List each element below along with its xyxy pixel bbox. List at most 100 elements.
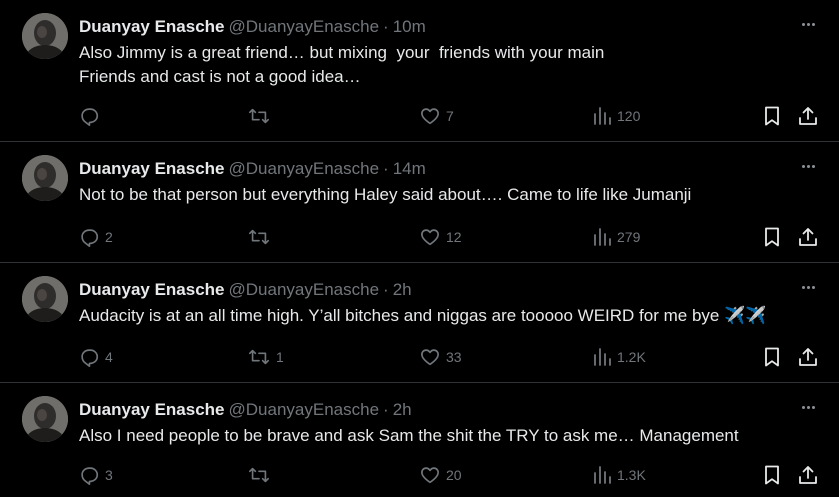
retweet-button[interactable]	[247, 104, 276, 128]
views-button[interactable]: 1.2K	[592, 345, 646, 369]
timestamp[interactable]: 2h	[393, 280, 412, 299]
views-button[interactable]: 279	[592, 225, 640, 249]
like-button[interactable]: 12	[419, 225, 462, 249]
tweet-header: Duanyay Enasche @DuanyayEnasche · 2h	[79, 279, 412, 301]
retweet-icon	[247, 226, 271, 248]
share-icon	[797, 346, 819, 368]
like-button[interactable]: 20	[419, 463, 462, 487]
share-button[interactable]	[797, 345, 819, 369]
bookmark-button[interactable]	[762, 345, 782, 369]
like-count: 33	[446, 349, 462, 365]
reply-icon	[78, 464, 100, 486]
separator-dot: ·	[383, 159, 389, 178]
like-count: 7	[446, 108, 454, 124]
reply-count: 4	[105, 349, 113, 365]
tweet-actions: 4 1 33 1.2K	[0, 345, 839, 369]
separator-dot: ·	[383, 400, 389, 419]
more-options-icon[interactable]	[797, 14, 819, 34]
timestamp[interactable]: 10m	[393, 17, 426, 36]
tweet-actions: 7 120	[0, 104, 839, 128]
share-icon	[797, 226, 819, 248]
like-button[interactable]: 7	[419, 104, 454, 128]
tweet[interactable]: Duanyay Enasche @DuanyayEnasche · 2h Audaci…	[0, 263, 839, 383]
retweet-icon	[247, 346, 271, 368]
tweet-text: Also I need people to be brave and ask S…	[79, 426, 739, 445]
views-chart-icon	[592, 226, 612, 248]
reply-icon	[78, 346, 100, 368]
separator-dot: ·	[383, 280, 389, 299]
share-button[interactable]	[797, 463, 819, 487]
more-options-icon[interactable]	[797, 156, 819, 176]
like-count: 12	[446, 229, 462, 245]
tweet-text: Audacity is at an all time high. Y’all b…	[79, 306, 767, 325]
timestamp[interactable]: 2h	[393, 400, 412, 419]
author-name[interactable]: Duanyay Enasche	[79, 17, 225, 36]
like-count: 20	[446, 467, 462, 483]
avatar[interactable]	[22, 396, 68, 442]
timestamp[interactable]: 14m	[393, 159, 426, 178]
retweet-button[interactable]	[247, 463, 276, 487]
author-name[interactable]: Duanyay Enasche	[79, 159, 225, 178]
tweet-header: Duanyay Enasche @DuanyayEnasche · 2h	[79, 399, 412, 421]
reply-button[interactable]: 3	[78, 463, 113, 487]
views-chart-icon	[592, 105, 612, 127]
heart-icon	[419, 464, 441, 486]
views-count: 1.2K	[617, 349, 646, 365]
like-button[interactable]: 33	[419, 345, 462, 369]
more-options-icon[interactable]	[797, 397, 819, 417]
author-handle[interactable]: @DuanyayEnasche	[229, 17, 380, 36]
share-button[interactable]	[797, 104, 819, 128]
retweet-icon	[247, 464, 271, 486]
reply-count: 3	[105, 467, 113, 483]
views-button[interactable]: 1.3K	[592, 463, 646, 487]
views-count: 279	[617, 229, 641, 245]
views-count: 120	[617, 108, 641, 124]
heart-icon	[419, 346, 441, 368]
heart-icon	[419, 105, 441, 127]
views-chart-icon	[592, 346, 612, 368]
avatar[interactable]	[22, 276, 68, 322]
timeline-feed: Duanyay Enasche @DuanyayEnasche · 10m Also …	[0, 0, 839, 497]
share-button[interactable]	[797, 225, 819, 249]
author-handle[interactable]: @DuanyayEnasche	[229, 280, 380, 299]
avatar[interactable]	[22, 155, 68, 201]
author-name[interactable]: Duanyay Enasche	[79, 400, 225, 419]
tweet-header: Duanyay Enasche @DuanyayEnasche · 10m	[79, 16, 426, 38]
retweet-button[interactable]: 1	[247, 345, 284, 369]
bookmark-button[interactable]	[762, 225, 782, 249]
reply-button[interactable]	[78, 104, 105, 128]
bookmark-icon	[762, 346, 782, 368]
tweet[interactable]: Duanyay Enasche @DuanyayEnasche · 2h Also I…	[0, 383, 839, 497]
views-chart-icon	[592, 464, 612, 486]
author-handle[interactable]: @DuanyayEnasche	[229, 400, 380, 419]
bookmark-button[interactable]	[762, 463, 782, 487]
reply-count: 2	[105, 229, 113, 245]
share-icon	[797, 105, 819, 127]
author-handle[interactable]: @DuanyayEnasche	[229, 159, 380, 178]
more-options-icon[interactable]	[797, 277, 819, 297]
heart-icon	[419, 226, 441, 248]
share-icon	[797, 464, 819, 486]
reply-button[interactable]: 2	[78, 225, 113, 249]
reply-icon	[78, 226, 100, 248]
author-name[interactable]: Duanyay Enasche	[79, 280, 225, 299]
bookmark-icon	[762, 105, 782, 127]
reply-icon	[78, 105, 100, 127]
tweet-text: Not to be that person but everything Hal…	[79, 185, 692, 204]
retweet-icon	[247, 105, 271, 127]
tweet-header: Duanyay Enasche @DuanyayEnasche · 14m	[79, 158, 426, 180]
reply-button[interactable]: 4	[78, 345, 113, 369]
separator-dot: ·	[383, 17, 389, 36]
tweet[interactable]: Duanyay Enasche @DuanyayEnasche · 14m Not t…	[0, 142, 839, 263]
retweet-button[interactable]	[247, 225, 276, 249]
bookmark-button[interactable]	[762, 104, 782, 128]
avatar[interactable]	[22, 13, 68, 59]
views-button[interactable]: 120	[592, 104, 640, 128]
retweet-count: 1	[276, 349, 284, 365]
tweet-text: Also Jimmy is a great friend… but mixing…	[79, 43, 605, 86]
views-count: 1.3K	[617, 467, 646, 483]
tweet[interactable]: Duanyay Enasche @DuanyayEnasche · 10m Also …	[0, 0, 839, 142]
bookmark-icon	[762, 226, 782, 248]
tweet-actions: 2 12 279	[0, 225, 839, 249]
bookmark-icon	[762, 464, 782, 486]
